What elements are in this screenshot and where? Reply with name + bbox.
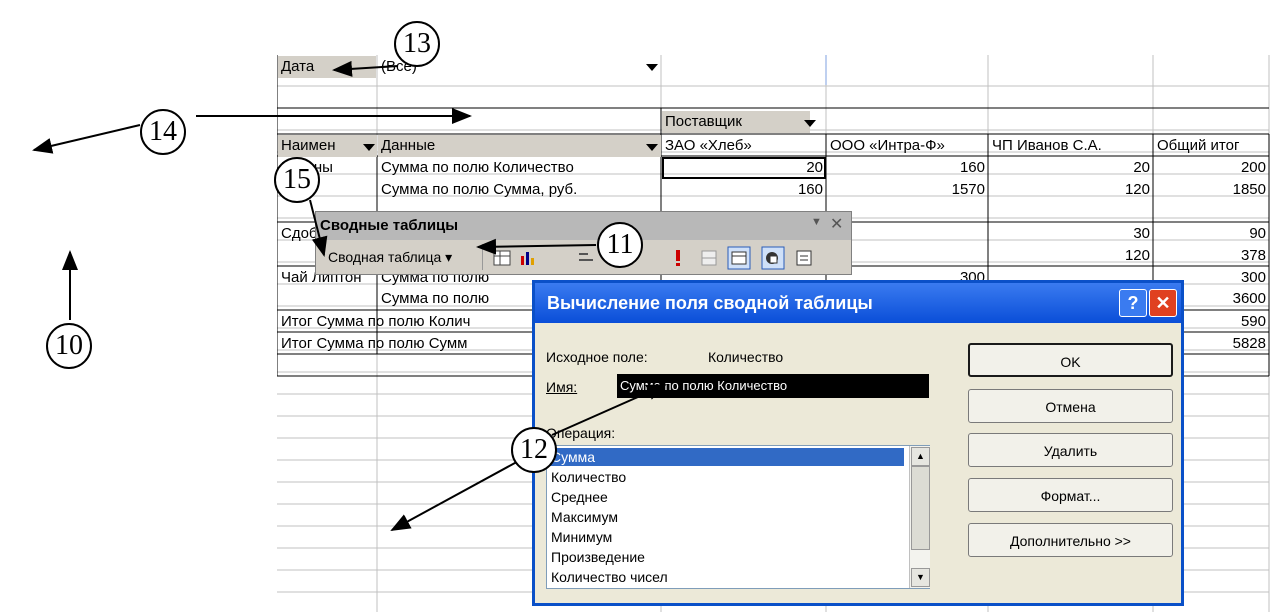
ok-button[interactable]: OK xyxy=(968,343,1173,377)
value-cell[interactable]: 20 xyxy=(662,157,826,179)
close-icon[interactable]: ✕ xyxy=(1149,289,1177,317)
group-icon[interactable] xyxy=(576,248,596,268)
value-cell: 1850 xyxy=(1232,181,1266,198)
name-label: Имя: xyxy=(546,379,578,395)
callout-15: 15 xyxy=(274,157,320,203)
value-cell: 378 xyxy=(1240,247,1266,264)
scroll-up-icon[interactable]: ▲ xyxy=(911,447,930,466)
source-field-label: Исходное поле: xyxy=(546,349,648,365)
format-button[interactable]: Формат... xyxy=(968,478,1173,512)
callout-12: 12 xyxy=(511,427,557,473)
chart-icon[interactable] xyxy=(518,248,538,268)
list-item[interactable]: Произведение xyxy=(549,548,904,566)
pivot-field-dialog[interactable]: Вычисление поля сводной таблицы ? ✕ Исхо… xyxy=(532,280,1184,606)
cancel-button[interactable]: Отмена xyxy=(968,389,1173,423)
column-header: ООО «Интра-Ф» xyxy=(830,137,945,154)
page-field-label[interactable]: Дата xyxy=(278,56,376,78)
dialog-title-bar[interactable]: Вычисление поля сводной таблицы xyxy=(535,283,1181,323)
list-item[interactable]: Минимум xyxy=(549,528,904,546)
source-field-value: Количество xyxy=(708,349,784,365)
list-item[interactable]: Сумма xyxy=(549,448,904,466)
list-item[interactable]: Количество чисел xyxy=(549,568,904,586)
help-icon[interactable]: ? xyxy=(1119,289,1147,317)
column-header: Общий итог xyxy=(1157,137,1240,154)
callout-14: 14 xyxy=(140,109,186,155)
name-input[interactable]: Сумма по полю Количество xyxy=(617,374,929,398)
list-icon[interactable] xyxy=(794,248,814,268)
field-settings-icon[interactable] xyxy=(727,246,751,270)
advanced-button[interactable]: Дополнительно >> xyxy=(968,523,1173,557)
operation-label: Операция: xyxy=(546,425,616,441)
value-cell: 160 xyxy=(797,181,823,198)
hide-detail-icon[interactable] xyxy=(699,248,719,268)
format-report-icon[interactable] xyxy=(492,248,512,268)
column-header: ЗАО «Хлеб» xyxy=(665,137,752,154)
toolbar-title[interactable]: Сводные таблицы xyxy=(316,212,851,240)
callout-11: 11 xyxy=(597,222,643,268)
callout-10: 10 xyxy=(46,323,92,369)
dropdown-arrow-icon[interactable] xyxy=(363,144,375,151)
toolbar-separator xyxy=(482,244,483,270)
column-header: ЧП Иванов С.А. xyxy=(992,137,1102,154)
dropdown-arrow-icon[interactable] xyxy=(646,144,658,151)
value-cell: 120 xyxy=(1124,247,1150,264)
list-item[interactable]: Количество xyxy=(549,468,904,486)
dropdown-arrow-icon[interactable] xyxy=(804,120,816,127)
refresh-icon[interactable] xyxy=(668,248,688,268)
list-item[interactable]: Среднее xyxy=(549,488,904,506)
row-field: Сумма по полю Количество xyxy=(381,159,574,176)
column-field-button[interactable]: Поставщик xyxy=(662,111,810,133)
value-cell: 1570 xyxy=(951,181,985,198)
dropdown-arrow-icon[interactable] xyxy=(646,64,658,71)
toolbar-options-icon[interactable]: ▼ xyxy=(811,216,822,228)
callout-13: 13 xyxy=(394,21,440,67)
operation-listbox[interactable]: Сумма Количество Среднее Максимум Миниму… xyxy=(546,445,930,589)
value-cell: 20 xyxy=(1133,159,1150,176)
pivot-table-menu[interactable]: Сводная таблица ▾ xyxy=(328,246,452,268)
field-list-icon[interactable] xyxy=(761,246,785,270)
scroll-down-icon[interactable]: ▼ xyxy=(911,568,930,587)
row-item: Сдоба xyxy=(281,225,318,242)
delete-button[interactable]: Удалить xyxy=(968,433,1173,467)
value-cell: 90 xyxy=(1249,225,1266,242)
scroll-thumb[interactable] xyxy=(911,466,930,550)
row-field: Сумма по полю Сумма, руб. xyxy=(381,181,578,198)
list-item[interactable]: Максимум xyxy=(549,508,904,526)
value-cell: 200 xyxy=(1240,159,1266,176)
data-field-header[interactable]: Данные xyxy=(378,135,661,157)
value-cell: 160 xyxy=(959,159,985,176)
value-cell: 30 xyxy=(1133,225,1150,242)
close-icon[interactable]: ✕ xyxy=(830,214,843,234)
scrollbar[interactable]: ▲ ▼ xyxy=(909,446,930,588)
value-cell: 120 xyxy=(1124,181,1150,198)
pivot-toolbar[interactable]: Сводные таблицы ▼ ✕ Сводная таблица ▾ xyxy=(315,211,852,275)
